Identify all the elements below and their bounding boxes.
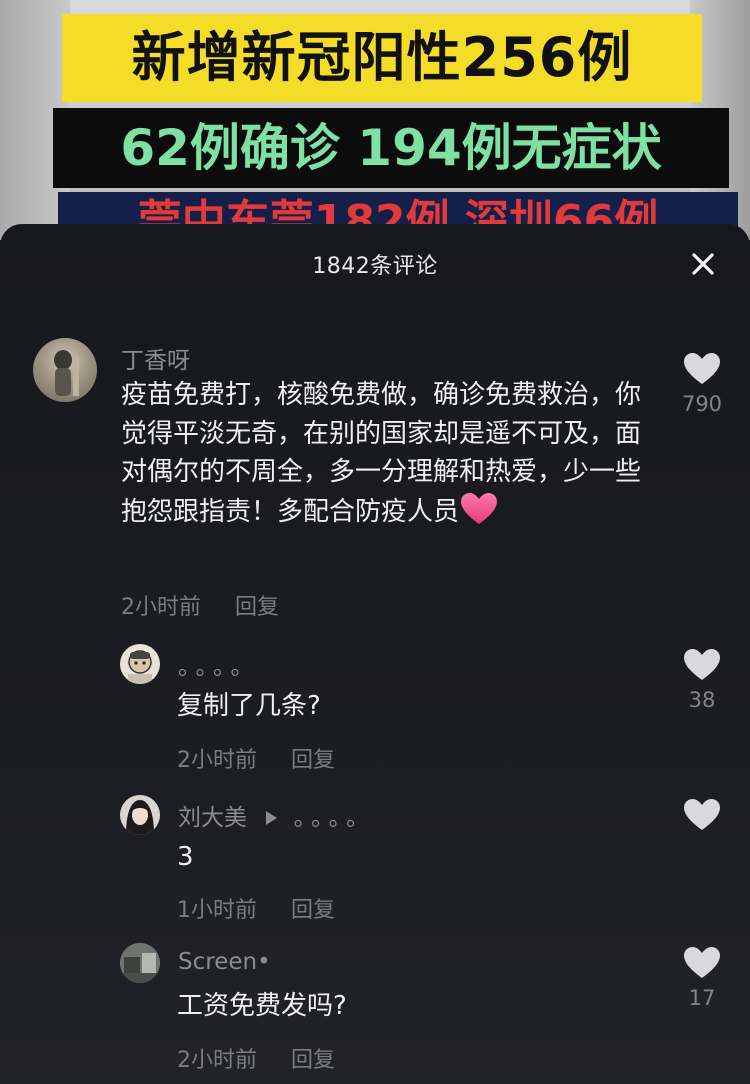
comment-meta: 2小时前 回复 — [121, 589, 279, 621]
comment-text: 复制了几条? — [177, 691, 321, 721]
avatar[interactable] — [120, 644, 160, 684]
heart-icon — [684, 353, 720, 384]
comment-count-title: 1842条评论 — [312, 254, 438, 279]
comment-sheet: 1842条评论 丁香呀 疫苗免费打，核酸免费做，确诊免费救治，你觉得平淡无奇，在… — [0, 224, 750, 1084]
comment-username[interactable]: 。。。。 — [178, 647, 260, 681]
avatar[interactable] — [120, 795, 160, 835]
avatar-photo-icon — [120, 943, 160, 983]
like-count: 790 — [681, 392, 723, 416]
close-icon — [692, 253, 714, 275]
avatar[interactable] — [120, 943, 160, 983]
like-count: 38 — [688, 688, 716, 712]
comment-text: 3 — [177, 842, 194, 872]
comment-username[interactable]: Screen• — [178, 949, 271, 975]
comment-meta: 2小时前 回复 — [177, 1042, 335, 1074]
close-button[interactable] — [690, 251, 716, 277]
heart-icon — [684, 799, 720, 830]
reply-button[interactable]: 回复 — [235, 595, 279, 620]
video-background: 新增新冠阳性256例 62例确诊 194例无症状 莞中东莞182例 深圳66例 — [0, 0, 750, 240]
avatar[interactable] — [33, 338, 97, 402]
comment-text-content: 疫苗免费打，核酸免费做，确诊免费救治，你觉得平淡无奇，在别的国家却是遥不可及，面… — [121, 380, 642, 527]
like-button[interactable]: 38 — [672, 648, 732, 712]
reply-button[interactable]: 回复 — [291, 898, 335, 923]
like-button[interactable]: 17 — [672, 946, 732, 1010]
avatar-girl-icon — [126, 800, 154, 835]
video-headline: 新增新冠阳性256例 — [62, 14, 702, 102]
avatar-cartoon-icon — [128, 650, 152, 684]
heart-icon — [684, 947, 720, 978]
like-button[interactable] — [672, 798, 732, 836]
reply-target[interactable]: 。。。。 — [294, 805, 376, 831]
video-subheadline: 62例确诊 194例无症状 — [53, 108, 729, 188]
comment-username[interactable]: 刘大美 。。。。 — [178, 798, 375, 832]
like-count: 17 — [688, 986, 716, 1010]
comment-time: 2小时前 — [177, 748, 257, 773]
heart-icon — [684, 649, 720, 680]
comment-meta: 1小时前 回复 — [177, 892, 335, 924]
triangle-right-icon — [266, 811, 278, 825]
reply-button[interactable]: 回复 — [291, 1048, 335, 1073]
comment-text: 工资免费发吗? — [177, 991, 347, 1021]
comment-time: 1小时前 — [177, 898, 257, 923]
reply-author[interactable]: 刘大美 — [178, 805, 247, 831]
pink-heart-emoji — [461, 492, 498, 524]
comment-text: 疫苗免费打，核酸免费做，确诊免费救治，你觉得平淡无奇，在别的国家却是遥不可及，面… — [121, 376, 641, 531]
reply-button[interactable]: 回复 — [291, 748, 335, 773]
comment-sheet-header: 1842条评论 — [0, 224, 750, 306]
comment-time: 2小时前 — [177, 1048, 257, 1073]
comment-time: 2小时前 — [121, 595, 201, 620]
like-button[interactable]: 790 — [672, 352, 732, 416]
avatar-figure-icon — [54, 350, 79, 396]
comment-meta: 2小时前 回复 — [177, 742, 335, 774]
comment-username[interactable]: 丁香呀 — [121, 341, 190, 375]
